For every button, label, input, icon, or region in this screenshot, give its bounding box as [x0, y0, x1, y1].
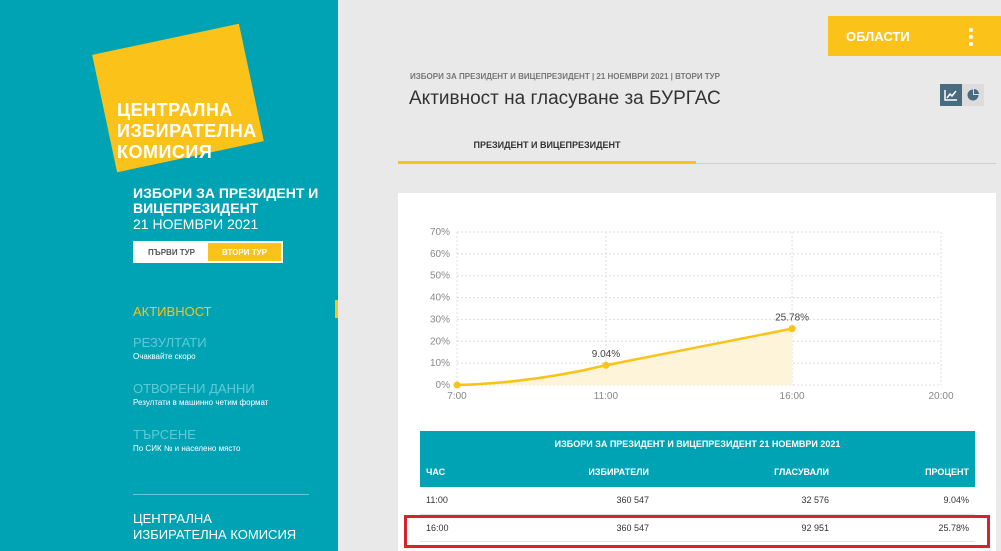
- table-row: 16:00 360 547 92 951 25.78%: [420, 514, 975, 542]
- breadcrumb: ИЗБОРИ ЗА ПРЕЗИДЕНТ И ВИЦЕПРЕЗИДЕНТ | 21…: [410, 72, 720, 81]
- cell-hour: 16:00: [420, 514, 490, 542]
- nav-label: АКТИВНОСТ: [133, 304, 212, 319]
- cell-hour: 11:00: [420, 487, 490, 515]
- nav-label: ОТВОРЕНИ ДАННИ: [133, 381, 255, 396]
- kebab-menu-icon: [969, 28, 973, 46]
- line-chart-icon: [944, 90, 957, 101]
- nav-sub: Очаквайте скоро: [133, 352, 196, 361]
- election-date: 21 НОЕМВРИ 2021: [133, 216, 259, 232]
- round-2-button[interactable]: ВТОРИ ТУР: [208, 243, 281, 261]
- pie-chart-icon: [967, 89, 979, 101]
- areas-button-label: ОБЛАСТИ: [846, 28, 910, 44]
- col-voters: ИЗБИРАТЕЛИ: [490, 457, 655, 487]
- nav-label: ТЪРСЕНЕ: [133, 427, 196, 442]
- cell-voted: 92 951: [655, 514, 835, 542]
- round-1-button[interactable]: ПЪРВИ ТУР: [135, 243, 208, 261]
- cik-footer-link[interactable]: ЦЕНТРАЛНА ИЗБИРАТЕЛНА КОМИСИЯ: [133, 511, 303, 543]
- nav-search[interactable]: ТЪРСЕНЕ По СИК № и населено място: [133, 427, 240, 453]
- tab-president[interactable]: ПРЕЗИДЕНТ И ВИЦЕПРЕЗИДЕНТ: [398, 128, 696, 164]
- logo-line: ЦЕНТРАЛНА: [117, 100, 233, 120]
- logo-line: КОМИСИЯ: [117, 142, 213, 162]
- cell-voters: 360 547: [490, 487, 655, 515]
- table-title: ИЗБОРИ ЗА ПРЕЗИДЕНТ И ВИЦЕПРЕЗИДЕНТ 21 Н…: [420, 431, 975, 457]
- table-row: 11:00 360 547 32 576 9.04%: [420, 487, 975, 515]
- sidebar: ЦЕНТРАЛНА ИЗБИРАТЕЛНА КОМИСИЯ ИЗБОРИ ЗА …: [0, 0, 338, 551]
- tab-underline: [696, 163, 996, 164]
- col-voted: ГЛАСУВАЛИ: [655, 457, 835, 487]
- active-nav-indicator: [335, 300, 338, 318]
- cell-voted: 32 576: [655, 487, 835, 515]
- cell-voters: 360 547: [490, 514, 655, 542]
- page-title: Активност на гласуване за БУРГАС: [409, 88, 721, 109]
- line-chart-view-button[interactable]: [940, 84, 962, 106]
- nav-open-data[interactable]: ОТВОРЕНИ ДАННИ Резултати в машинно четим…: [133, 381, 268, 407]
- election-title: ИЗБОРИ ЗА ПРЕЗИДЕНТ И ВИЦЕПРЕЗИДЕНТ: [133, 185, 319, 216]
- nav-label: РЕЗУЛТАТИ: [133, 335, 207, 350]
- cell-percent: 25.78%: [835, 514, 975, 542]
- nav-sub: По СИК № и населено място: [133, 444, 241, 453]
- logo-line: ИЗБИРАТЕЛНА: [117, 121, 257, 141]
- cell-percent: 9.04%: [835, 487, 975, 515]
- activity-table: ИЗБОРИ ЗА ПРЕЗИДЕНТ И ВИЦЕПРЕЗИДЕНТ 21 Н…: [420, 431, 975, 542]
- sidebar-divider: [133, 494, 309, 495]
- areas-button[interactable]: ОБЛАСТИ: [828, 16, 1001, 56]
- pie-chart-view-button[interactable]: [962, 84, 984, 106]
- nav-results[interactable]: РЕЗУЛТАТИ Очаквайте скоро: [133, 335, 207, 361]
- nav-sub: Резултати в машинно четим формат: [133, 398, 269, 407]
- view-toggle: [940, 84, 984, 106]
- nav-activity[interactable]: АКТИВНОСТ: [133, 304, 212, 319]
- cik-logo[interactable]: ЦЕНТРАЛНА ИЗБИРАТЕЛНА КОМИСИЯ: [117, 100, 257, 163]
- round-toggle: ПЪРВИ ТУР ВТОРИ ТУР: [133, 241, 283, 263]
- col-hour: ЧАС: [420, 457, 490, 487]
- col-percent: ПРОЦЕНТ: [835, 457, 975, 487]
